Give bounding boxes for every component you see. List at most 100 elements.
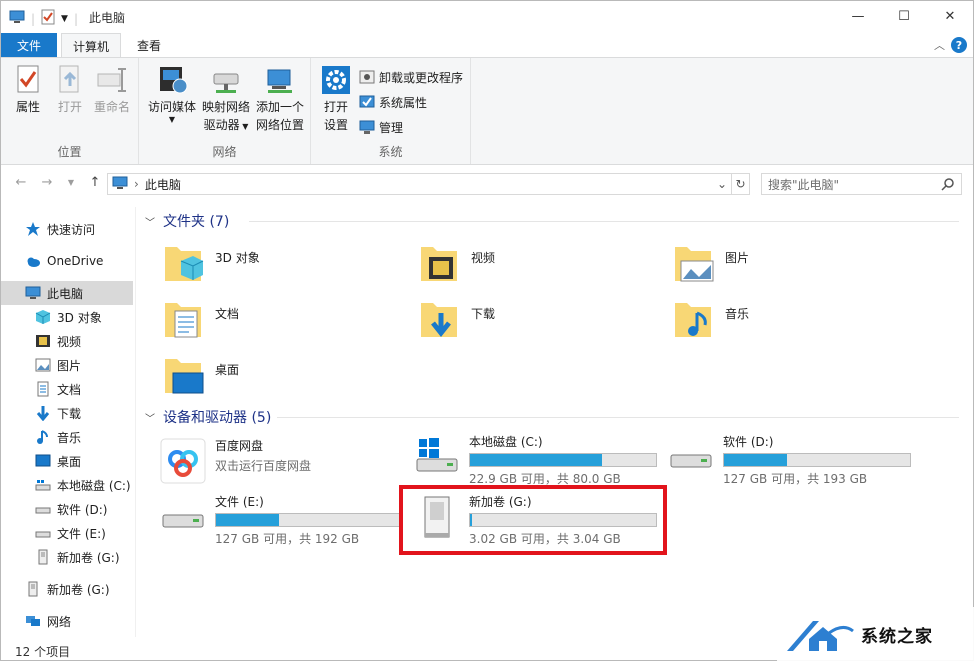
access-media-button[interactable]: 访问媒体 ▼ xyxy=(143,64,201,124)
sidebar-item-drive-c[interactable]: 本地磁盘 (C:) xyxy=(1,473,133,497)
cloud-icon xyxy=(25,253,41,269)
maximize-button[interactable]: ☐ xyxy=(881,1,927,31)
drive-icon xyxy=(35,477,51,493)
folder-videos[interactable]: 视频 xyxy=(415,239,495,287)
uninstall-button[interactable]: 卸载或更改程序 xyxy=(359,66,463,88)
sidebar-item-network[interactable]: 网络 xyxy=(1,609,133,633)
address-bar[interactable]: › 此电脑 ⌄ xyxy=(107,173,732,195)
music-folder-icon xyxy=(669,295,717,343)
cube-folder-icon xyxy=(159,239,207,287)
refresh-icon[interactable]: ↻ xyxy=(732,173,750,195)
add-network-location-button[interactable]: 添加一个 网络位置 xyxy=(251,64,309,134)
properties-qat-icon[interactable] xyxy=(41,9,55,28)
group-label: 位置 xyxy=(57,145,82,159)
watermark: 系统之家 xyxy=(777,607,974,662)
back-icon[interactable]: ← xyxy=(13,175,29,191)
capacity-bar-fill xyxy=(216,514,280,526)
breadcrumb-separator[interactable]: › xyxy=(134,177,139,191)
device-drive-e[interactable]: 文件 (E:) 127 GB 可用，共 192 GB xyxy=(159,493,403,547)
usb-drive-icon xyxy=(25,581,41,597)
capacity-bar xyxy=(723,453,911,467)
manage-button[interactable]: 管理 xyxy=(359,116,403,138)
folder-documents[interactable]: 文档 xyxy=(159,295,239,343)
gear-icon xyxy=(320,64,352,96)
capacity-bar xyxy=(469,453,657,467)
group-label: 网络 xyxy=(212,145,237,159)
sidebar-item-videos[interactable]: 视频 xyxy=(1,329,133,353)
chevron-down-icon: ﹀ xyxy=(145,413,155,425)
rename-button[interactable]: 重命名 xyxy=(87,64,137,116)
folder-desktop[interactable]: 桌面 xyxy=(159,351,239,399)
sidebar-item-drive-g-root[interactable]: 新加卷 (G:) xyxy=(1,577,133,601)
baidu-netdisk-icon xyxy=(159,437,207,485)
sidebar-item-quick-access[interactable]: 快速访问 xyxy=(1,217,133,241)
forward-icon[interactable]: → xyxy=(39,175,55,191)
drive-icon xyxy=(35,525,51,541)
cube-icon xyxy=(35,309,51,325)
usb-drive-icon xyxy=(35,549,51,565)
group-system: 打开 设置 卸载或更改程序 系统属性 管理 系统 xyxy=(311,58,471,164)
drive-icon xyxy=(667,433,715,481)
window-title: 此电脑 xyxy=(89,11,126,25)
folders-section-header[interactable]: ﹀ 文件夹 (7) xyxy=(145,211,229,231)
map-drive-button[interactable]: 映射网络 驱动器 ▼ xyxy=(197,64,255,136)
video-icon xyxy=(35,333,51,349)
music-icon xyxy=(35,429,51,445)
device-name: 软件 (D:) xyxy=(723,435,774,449)
help-icon[interactable]: ? xyxy=(951,37,967,53)
open-icon xyxy=(54,64,86,96)
devices-section-header[interactable]: ﹀ 设备和驱动器 (5) xyxy=(145,407,271,427)
tab-computer[interactable]: 计算机 xyxy=(61,33,121,58)
network-location-icon xyxy=(264,64,296,96)
ribbon: 属性 打开 重命名 位置 访问媒体 ▼ 映射网络 驱动器 ▼ 添加一个 网络位置 网络 xyxy=(1,57,973,165)
picture-icon xyxy=(35,357,51,373)
collapse-ribbon-icon[interactable]: ︿ xyxy=(934,37,945,53)
close-button[interactable]: ✕ xyxy=(927,1,973,31)
device-drive-d[interactable]: 软件 (D:) 127 GB 可用，共 193 GB xyxy=(667,433,911,487)
content-pane: ﹀ 文件夹 (7) 3D 对象 视频 图片 文档 下载 音乐 桌面 ﹀ 设备和驱… xyxy=(137,201,973,641)
sidebar-item-drive-g[interactable]: 新加卷 (G:) xyxy=(1,545,133,569)
divider xyxy=(249,221,959,222)
folder-music[interactable]: 音乐 xyxy=(669,295,749,343)
sidebar-item-documents[interactable]: 文档 xyxy=(1,377,133,401)
qat-dropdown-icon[interactable]: ▼ xyxy=(61,14,68,24)
sidebar-item-music[interactable]: 音乐 xyxy=(1,425,133,449)
tab-view[interactable]: 查看 xyxy=(125,33,173,57)
uninstall-icon xyxy=(359,69,375,85)
device-baidu-netdisk[interactable]: 百度网盘 双击运行百度网盘 xyxy=(159,437,311,485)
open-settings-button[interactable]: 打开 设置 xyxy=(311,64,361,134)
sidebar-item-this-pc[interactable]: 此电脑 xyxy=(1,281,133,305)
separator: | xyxy=(73,11,79,26)
sidebar-item-3d-objects[interactable]: 3D 对象 xyxy=(1,305,133,329)
properties-icon xyxy=(12,64,44,96)
tab-file[interactable]: 文件 xyxy=(1,33,57,57)
sidebar-item-desktop[interactable]: 桌面 xyxy=(1,449,133,473)
sidebar-item-pictures[interactable]: 图片 xyxy=(1,353,133,377)
system-properties-button[interactable]: 系统属性 xyxy=(359,91,427,113)
recent-locations-icon[interactable]: ▼ xyxy=(63,175,79,191)
watermark-text: 系统之家 xyxy=(861,627,933,647)
device-drive-c[interactable]: 本地磁盘 (C:) 22.9 GB 可用，共 80.0 GB xyxy=(413,433,657,487)
folder-downloads[interactable]: 下载 xyxy=(415,295,495,343)
divider xyxy=(277,417,959,418)
item-count: 12 个项目 xyxy=(15,644,71,659)
sidebar-item-drive-e[interactable]: 文件 (E:) xyxy=(1,521,133,545)
title-bar: | ▼ | 此电脑 — ☐ ✕ xyxy=(1,1,973,33)
sidebar-item-onedrive[interactable]: OneDrive xyxy=(1,249,133,273)
breadcrumb[interactable]: 此电脑 xyxy=(145,176,181,193)
house-logo-icon xyxy=(783,615,855,655)
search-input[interactable]: 搜索"此电脑" xyxy=(761,173,962,195)
device-name: 百度网盘 xyxy=(215,439,264,453)
sidebar-item-drive-d[interactable]: 软件 (D:) xyxy=(1,497,133,521)
free-space-text: 127 GB 可用，共 192 GB xyxy=(215,532,360,546)
navigation-bar: ← → ▼ ↑ › 此电脑 ⌄ ↻ 搜索"此电脑" xyxy=(1,171,973,197)
picture-folder-icon xyxy=(669,239,717,287)
folder-3d-objects[interactable]: 3D 对象 xyxy=(159,239,260,287)
address-dropdown-icon[interactable]: ⌄ xyxy=(717,177,727,191)
folder-pictures[interactable]: 图片 xyxy=(669,239,749,287)
up-icon[interactable]: ↑ xyxy=(87,175,103,191)
minimize-button[interactable]: — xyxy=(835,1,881,31)
device-name: 本地磁盘 (C:) xyxy=(469,435,543,449)
sidebar-item-downloads[interactable]: 下载 xyxy=(1,401,133,425)
search-icon xyxy=(941,177,955,194)
